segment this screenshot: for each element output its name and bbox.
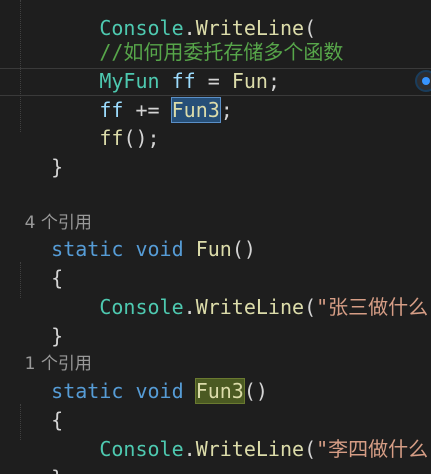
console-token: Console bbox=[99, 295, 184, 319]
code-line-invoke[interactable]: ff(); bbox=[0, 96, 159, 150]
void-keyword: void bbox=[135, 237, 184, 261]
fun-reference-token: Fun bbox=[231, 69, 268, 93]
code-line-close-brace[interactable]: } bbox=[0, 436, 63, 474]
code-line-writeline-zhangsan[interactable]: Console.WriteLine("张三做什么"); bbox=[0, 265, 431, 319]
fun-method-name: Fun bbox=[195, 237, 232, 261]
console-token: Console bbox=[99, 437, 184, 461]
lightbulb-icon[interactable] bbox=[415, 70, 431, 92]
fun3-selected-token[interactable]: Fun3 bbox=[170, 97, 221, 123]
code-line-comment[interactable]: //如何用委托存储多个函数 bbox=[0, 10, 343, 64]
code-line-close-brace[interactable]: } bbox=[0, 294, 63, 348]
codelens-references-fun[interactable]: 4 个引用 bbox=[0, 181, 92, 233]
string-literal: "李四做什么" bbox=[316, 437, 431, 461]
writeline-token: WriteLine bbox=[195, 295, 305, 319]
code-line-open-brace[interactable]: { bbox=[0, 236, 63, 290]
code-line-declare-delegate[interactable]: MyFun ff = Fun; bbox=[0, 39, 280, 93]
fun3-method-name-highlighted: Fun3 bbox=[194, 378, 245, 404]
code-line-fun3-signature[interactable]: static void Fun3() bbox=[0, 349, 268, 404]
code-line-close-brace[interactable]: } bbox=[0, 125, 63, 179]
code-line-open-brace[interactable]: { bbox=[0, 378, 63, 432]
codelens-references-fun3[interactable]: 1 个引用 bbox=[0, 322, 92, 374]
code-editor[interactable]: Console.WriteLine( //如何用委托存储多个函数 MyFun f… bbox=[0, 0, 431, 474]
string-literal: "张三做什么" bbox=[316, 295, 431, 319]
writeline-token: WriteLine bbox=[195, 437, 305, 461]
void-keyword: void bbox=[135, 379, 184, 403]
code-line-add-delegate[interactable]: ff += Fun3; bbox=[0, 68, 233, 123]
code-line-fun-signature[interactable]: static void Fun() bbox=[0, 207, 256, 261]
ff-invoke-token: ff bbox=[99, 126, 124, 150]
code-line-writeline-lisi[interactable]: Console.WriteLine("李四做什么"); bbox=[0, 407, 431, 461]
